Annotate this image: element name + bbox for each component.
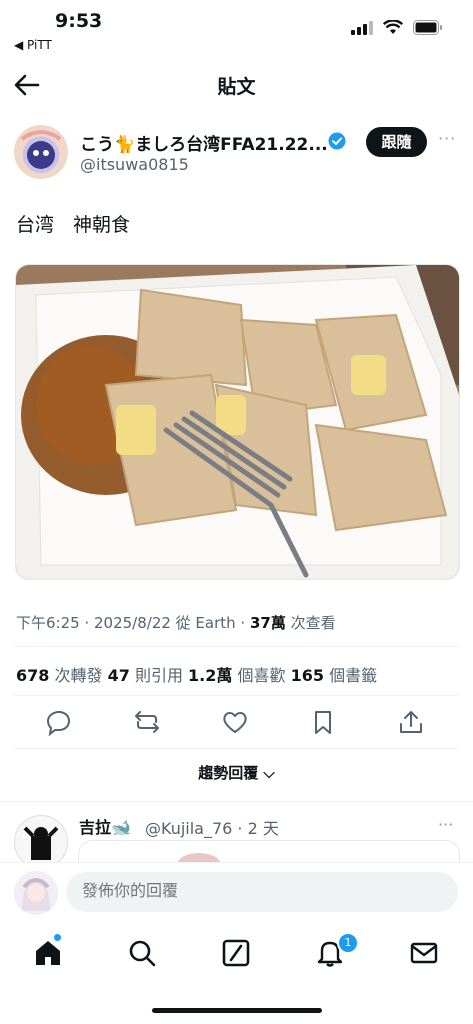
reply-author-name[interactable]: 吉拉🐋 <box>79 814 131 838</box>
reply-more-options-icon[interactable]: ··· <box>438 815 453 834</box>
follow-button[interactable]: 跟隨 <box>366 127 427 157</box>
verified-badge-icon <box>328 132 346 150</box>
retweet-count[interactable]: 678 <box>16 666 49 685</box>
tweet-timestamp[interactable]: 下午6:25 · 2025/8/22 從 Earth · <box>16 614 250 632</box>
avatar-art <box>20 130 62 169</box>
home-unread-dot <box>54 934 61 941</box>
page-title: 貼文 <box>217 76 256 98</box>
author-handle[interactable]: @itsuwa0815 <box>80 155 189 174</box>
home-icon[interactable] <box>32 937 64 969</box>
reply-author-handle[interactable]: @Kujila_76 · 2 天 <box>145 815 279 839</box>
author-display-name[interactable]: こう🐈ましろ台湾FFA21.22... <box>80 130 328 155</box>
view-count: 37萬 <box>249 614 286 632</box>
my-avatar-art <box>14 871 58 915</box>
grok-icon[interactable] <box>220 937 252 969</box>
tweet-text: 台湾 神朝食 <box>16 214 131 236</box>
like-count[interactable]: 1.2萬 <box>188 666 232 685</box>
home-indicator <box>152 1008 322 1013</box>
wifi-icon <box>383 20 403 34</box>
view-count-label: 次查看 <box>285 614 336 632</box>
tweet-photo[interactable] <box>15 264 460 580</box>
reply-author-avatar[interactable] <box>14 815 68 869</box>
cellular-signal-icon <box>351 20 373 35</box>
like-icon[interactable] <box>221 708 249 736</box>
battery-icon <box>413 20 442 35</box>
messages-envelope-icon[interactable] <box>408 937 440 969</box>
trending-replies-dropdown[interactable]: 趨勢回覆 ⌵ <box>0 762 473 783</box>
retweet-label[interactable]: 次轉發 <box>49 666 107 685</box>
share-icon[interactable] <box>397 708 425 736</box>
reply-icon[interactable] <box>45 708 73 736</box>
reply-avatar-art <box>15 816 67 868</box>
reply-input[interactable] <box>66 872 458 912</box>
my-avatar[interactable] <box>14 871 58 915</box>
more-options-icon[interactable]: ··· <box>438 129 456 148</box>
divider <box>14 695 459 696</box>
tweet-stats: 678 次轉發 47 則引用 1.2萬 個喜歡 165 個書籤 <box>16 662 377 686</box>
retweet-icon[interactable] <box>133 708 161 736</box>
divider <box>14 748 459 749</box>
divider <box>14 646 459 647</box>
tweet-meta: 下午6:25 · 2025/8/22 從 Earth · 37萬 次查看 <box>16 612 336 633</box>
status-time: 9:53 <box>55 10 103 32</box>
food-photo-illustration <box>16 265 459 579</box>
bookmark-count[interactable]: 165 <box>291 666 324 685</box>
quote-label[interactable]: 則引用 <box>130 666 188 685</box>
bookmark-icon[interactable] <box>309 708 337 736</box>
bookmark-label[interactable]: 個書籤 <box>324 666 377 685</box>
author-avatar[interactable] <box>14 125 68 179</box>
back-to-app-link[interactable]: ◀ PiTT <box>14 38 52 52</box>
notification-count-badge: 1 <box>337 932 359 954</box>
divider <box>0 801 473 802</box>
quote-count[interactable]: 47 <box>108 666 130 685</box>
like-label[interactable]: 個喜歡 <box>232 666 290 685</box>
status-icons <box>351 20 443 35</box>
search-icon[interactable] <box>126 937 158 969</box>
